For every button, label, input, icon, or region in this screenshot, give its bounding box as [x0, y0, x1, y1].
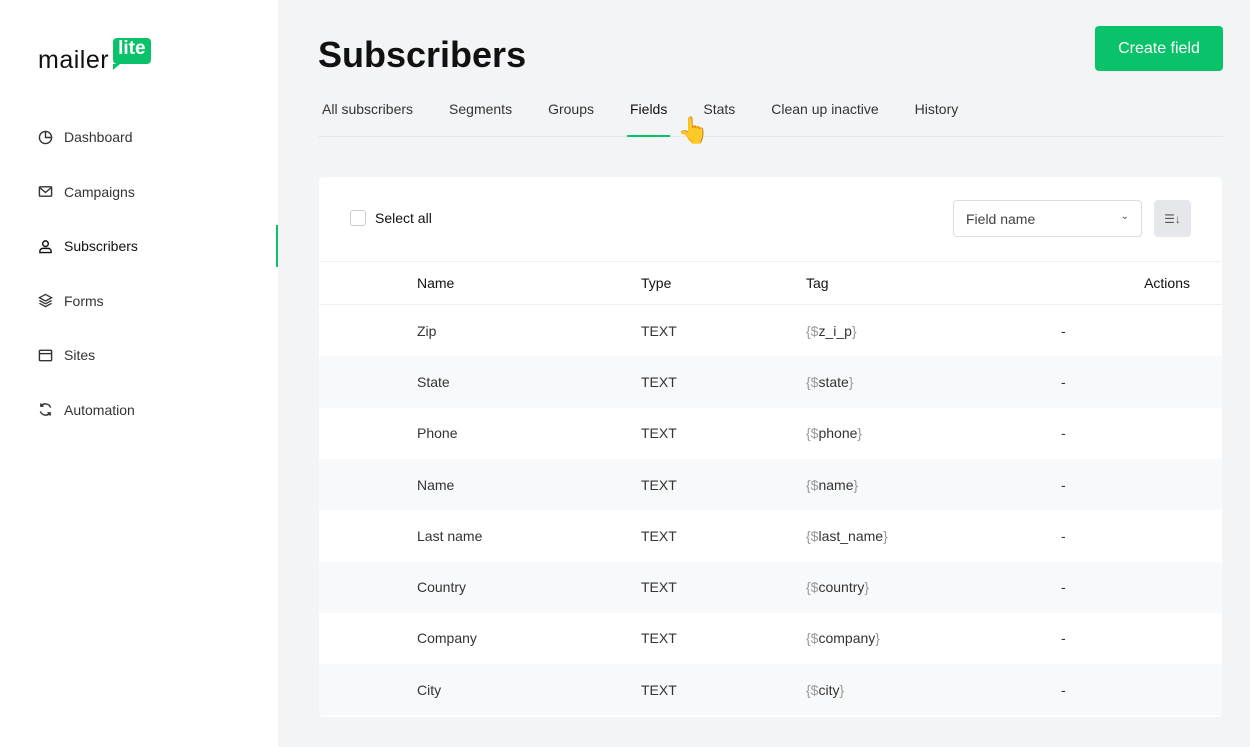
sidebar-item-automation[interactable]: Automation: [38, 383, 138, 438]
sort-order-button[interactable]: ☰↓: [1154, 200, 1191, 237]
sidebar: mailer lite Dashboard Campaigns Subscriber…: [0, 0, 278, 747]
tab-fields[interactable]: Fields: [626, 92, 671, 137]
create-field-button[interactable]: Create field: [1095, 26, 1223, 71]
sidebar-item-label: Sites: [64, 347, 96, 364]
sidebar-item-sites[interactable]: Sites: [38, 328, 138, 383]
refresh-icon: [39, 403, 52, 417]
header-actions: Actions: [1144, 275, 1190, 291]
tab-segments[interactable]: Segments: [449, 92, 512, 136]
tab-history[interactable]: History: [915, 92, 959, 136]
field-name: City: [417, 681, 442, 698]
field-tag: {$city}: [806, 681, 845, 698]
active-indicator: [276, 225, 278, 267]
table-row[interactable]: Zip TEXT {$z_i_p} -: [319, 305, 1222, 356]
field-type: TEXT: [641, 322, 677, 339]
sidebar-nav: Dashboard Campaigns Subscribers Forms Sites A…: [38, 110, 138, 437]
sidebar-item-subscribers[interactable]: Subscribers: [38, 219, 138, 274]
logo[interactable]: mailer lite: [38, 38, 151, 75]
tab-clean-up-inactive[interactable]: Clean up inactive: [771, 92, 878, 136]
field-actions[interactable]: -: [1061, 630, 1066, 646]
field-name: Phone: [417, 425, 458, 442]
sidebar-item-label: Subscribers: [64, 238, 138, 255]
table-row[interactable]: Phone TEXT {$phone} -: [319, 408, 1222, 459]
mail-icon: [38, 186, 53, 198]
field-actions[interactable]: -: [1061, 477, 1066, 493]
field-actions[interactable]: -: [1061, 425, 1066, 441]
sidebar-item-label: Campaigns: [64, 183, 135, 200]
sidebar-item-dashboard[interactable]: Dashboard: [38, 110, 138, 165]
field-type: TEXT: [641, 373, 677, 390]
select-all-checkbox[interactable]: [350, 210, 366, 226]
sidebar-item-campaigns[interactable]: Campaigns: [38, 165, 138, 220]
field-type: TEXT: [641, 579, 677, 596]
field-actions[interactable]: -: [1061, 682, 1066, 698]
table-row[interactable]: Company TEXT {$company} -: [319, 613, 1222, 664]
sidebar-item-label: Dashboard: [64, 129, 133, 146]
header-tag: Tag: [806, 275, 829, 291]
browser-icon: [38, 349, 53, 362]
clock-pie-icon: [38, 130, 53, 145]
chevron-down-icon: ⌄: [1120, 211, 1129, 222]
select-all[interactable]: Select all: [350, 210, 432, 226]
field-name: Name: [417, 476, 455, 493]
tab-all-subscribers[interactable]: All subscribers: [322, 92, 413, 136]
field-tag: {$country}: [806, 579, 870, 596]
sidebar-item-label: Automation: [64, 401, 135, 418]
hand-cursor-icon: 👆: [677, 115, 710, 145]
field-tag: {$last_name}: [806, 527, 888, 544]
sort-descending-icon: ☰↓: [1164, 211, 1181, 226]
field-type: TEXT: [641, 476, 677, 493]
field-type: TEXT: [641, 425, 677, 442]
sort-field-select[interactable]: Field name ⌄: [953, 200, 1142, 237]
user-icon: [39, 239, 52, 254]
field-tag: {$phone}: [806, 425, 863, 442]
field-actions[interactable]: -: [1061, 323, 1066, 339]
header-name: Name: [417, 275, 455, 291]
select-all-label: Select all: [375, 210, 432, 226]
table-row[interactable]: State TEXT {$state} -: [319, 356, 1222, 408]
field-name: Company: [417, 630, 477, 647]
table-row[interactable]: Last name TEXT {$last_name} -: [319, 510, 1222, 561]
field-name: Zip: [417, 322, 437, 339]
table-row[interactable]: Country TEXT {$country} -: [319, 561, 1222, 613]
field-actions[interactable]: -: [1061, 528, 1066, 544]
sidebar-item-forms[interactable]: Forms: [38, 274, 138, 329]
table-row[interactable]: City TEXT {$city} -: [319, 664, 1222, 716]
field-tag: {$company}: [806, 630, 880, 647]
logo-text: mailer: [38, 46, 110, 74]
field-actions[interactable]: -: [1061, 374, 1066, 390]
table-row[interactable]: Name TEXT {$name} -: [319, 458, 1222, 511]
page-title: Subscribers: [318, 34, 527, 75]
logo-badge: lite: [113, 38, 151, 70]
field-type: TEXT: [641, 681, 677, 698]
tab-groups[interactable]: Groups: [548, 92, 594, 136]
field-name: State: [417, 373, 450, 390]
tabs: All subscribers Segments Groups Fields Stats…: [318, 92, 1223, 137]
sort-field-value: Field name: [966, 211, 1036, 227]
field-name: Country: [417, 579, 467, 596]
fields-card: Select all Field name ⌄ ☰↓ Name Type Tag…: [319, 177, 1222, 717]
sidebar-item-label: Forms: [64, 292, 104, 309]
table-header: Name Type Tag Actions: [319, 261, 1222, 305]
layers-icon: [38, 293, 53, 308]
field-tag: {$state}: [806, 373, 854, 390]
field-type: TEXT: [641, 630, 677, 647]
field-actions[interactable]: -: [1061, 579, 1066, 595]
header-type: Type: [641, 275, 672, 291]
field-type: TEXT: [641, 527, 677, 544]
field-tag: {$z_i_p}: [806, 322, 857, 339]
field-tag: {$name}: [806, 476, 859, 493]
field-name: Last name: [417, 527, 483, 544]
